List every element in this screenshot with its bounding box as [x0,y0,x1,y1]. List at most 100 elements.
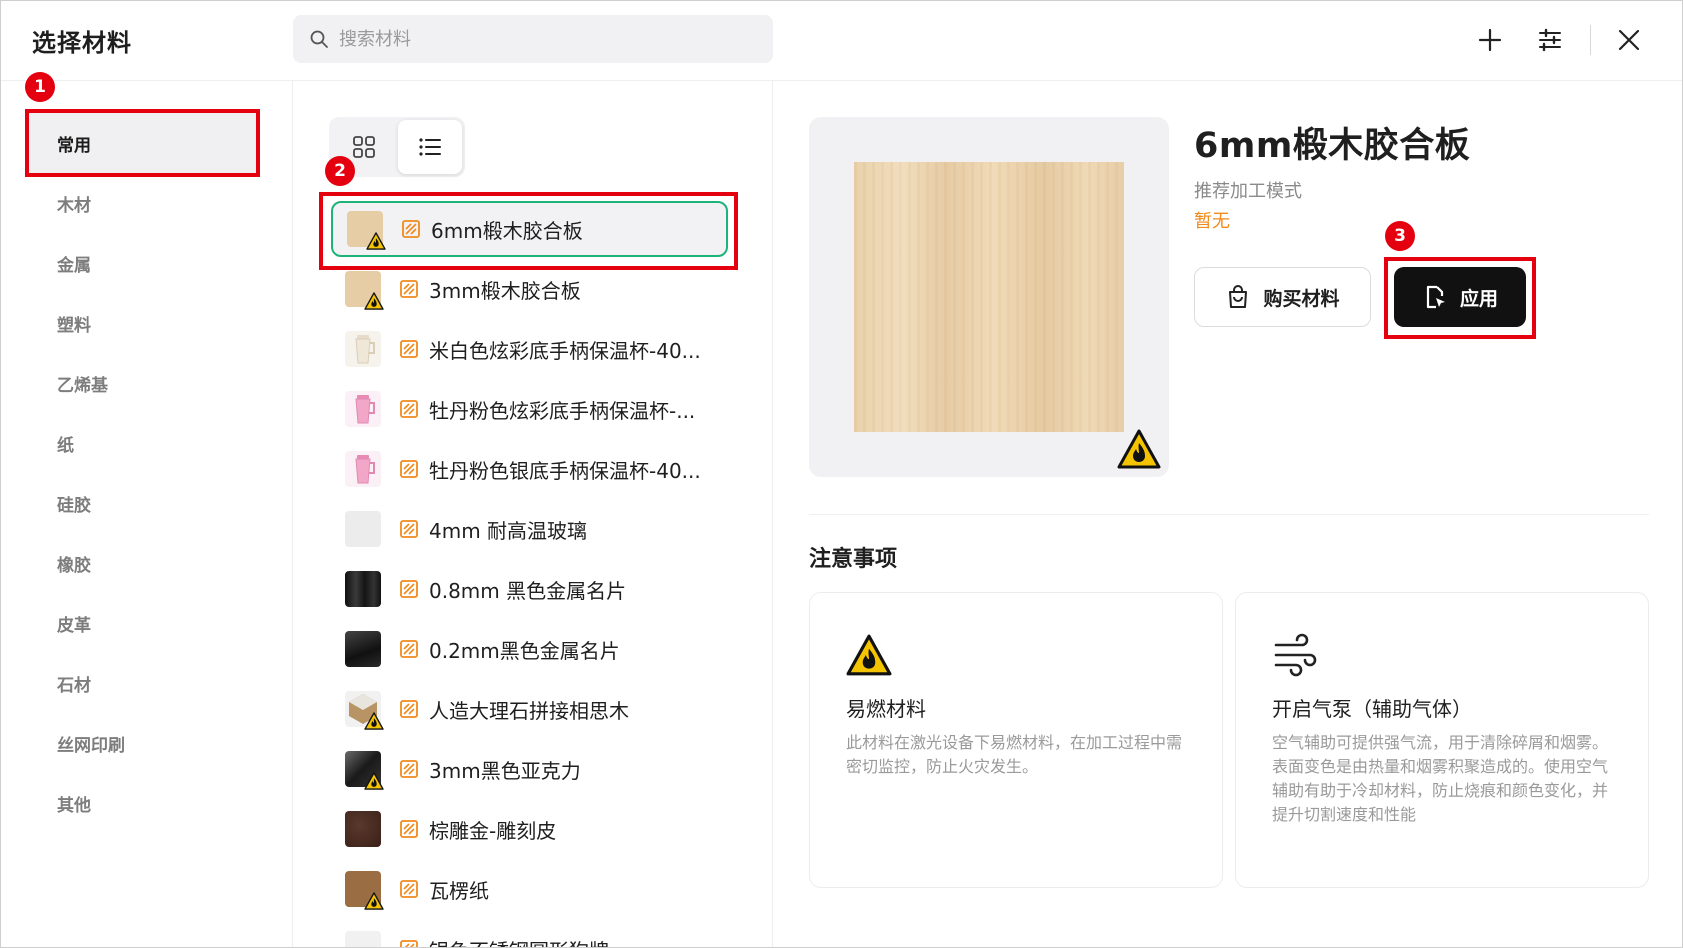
flammable-icon [364,772,384,790]
sidebar-item-plastic[interactable]: 塑料 [27,293,258,353]
note-title: 易燃材料 [846,697,926,721]
list-item[interactable]: 牡丹粉色银底手柄保温杯-40... [331,441,728,497]
note-title: 开启气泵（辅助气体） [1272,697,1472,721]
air-assist-icon [1274,633,1317,677]
material-name: 牡丹粉色银底手柄保温杯-40... [429,458,701,483]
material-tag-icon [401,219,421,239]
list-view-button[interactable] [398,120,462,174]
sidebar-item-screen-print[interactable]: 丝网印刷 [27,713,258,773]
material-name: 4mm 耐高温玻璃 [429,518,588,543]
sidebar-item-vinyl[interactable]: 乙烯基 [27,353,258,413]
sidebar-item-label: 硅胶 [57,495,91,516]
flammable-icon [364,892,384,910]
material-name: 米白色炫彩底手柄保温杯-40... [429,338,701,363]
apply-button[interactable]: 应用 [1394,267,1526,327]
annotation-badge-2: 2 [325,156,355,186]
material-tag-icon [399,939,419,948]
notes-title: 注意事项 [809,547,898,572]
list-item[interactable]: 人造大理石拼接相思木 [331,681,728,737]
sidebar-item-other[interactable]: 其他 [27,773,258,833]
settings-button[interactable] [1535,25,1565,55]
sidebar-item-silicone[interactable]: 硅胶 [27,473,258,533]
sidebar-item-label: 橡胶 [57,555,91,576]
material-name: 0.2mm黑色金属名片 [429,638,620,663]
material-thumbnail [345,931,381,947]
material-name: 3mm黑色亚克力 [429,758,581,783]
material-thumbnail [345,451,381,487]
flammable-icon [1117,429,1161,469]
buy-material-button[interactable]: 购买材料 [1194,267,1371,327]
sidebar-item-label: 纸 [57,435,74,456]
list-item[interactable]: 0.8mm 黑色金属名片 [331,561,728,617]
add-button[interactable] [1475,25,1505,55]
tumbler-icon [355,335,375,364]
material-name: 0.8mm 黑色金属名片 [429,578,627,603]
note-card-flammable: 易燃材料 此材料在激光设备下易燃材料，在加工过程中需密切监控，防止火灾发生。 [809,592,1223,888]
tumbler-icon [355,455,375,484]
list-item[interactable]: 3mm椴木胶合板 [331,261,728,317]
close-button[interactable] [1614,25,1644,55]
plus-icon [1478,28,1502,52]
buy-material-label: 购买材料 [1263,287,1340,310]
material-tag-icon [399,519,419,539]
flammable-icon [364,712,384,730]
material-tag-icon [399,279,419,299]
material-name: 瓦楞纸 [429,878,489,903]
material-name: 3mm椴木胶合板 [429,278,581,303]
sidebar-item-rubber[interactable]: 橡胶 [27,533,258,593]
recommended-mode-label: 推荐加工模式 [1194,181,1302,202]
sidebar-divider [292,81,293,947]
sidebar-item-label: 乙烯基 [57,375,108,396]
sidebar-item-stone[interactable]: 石材 [27,653,258,713]
tumbler-icon [355,395,375,424]
sidebar-item-common[interactable]: 常用 [27,113,258,173]
search-input[interactable] [339,28,759,50]
sidebar-item-leather[interactable]: 皮革 [27,593,258,653]
sidebar-item-label: 金属 [57,255,91,276]
sidebar-item-paper[interactable]: 纸 [27,413,258,473]
list-item[interactable]: 米白色炫彩底手柄保温杯-40... [331,321,728,377]
material-tag-icon [399,759,419,779]
material-thumbnail [345,571,381,607]
material-thumbnail [345,751,381,787]
list-item[interactable]: 瓦楞纸 [331,861,728,917]
material-tag-icon [399,639,419,659]
material-thumbnail [347,211,383,247]
sidebar-item-label: 其他 [57,795,91,816]
sidebar-item-label: 石材 [57,675,91,696]
sidebar-item-label: 丝网印刷 [57,735,125,756]
list-item[interactable]: 6mm椴木胶合板 [331,201,728,257]
search-icon [310,30,328,48]
material-preview [809,117,1169,477]
material-tag-icon [399,339,419,359]
list-item[interactable]: 3mm黑色亚克力 [331,741,728,797]
sliders-icon [1539,28,1561,52]
sidebar-item-label: 塑料 [57,315,91,336]
material-name: 牡丹粉色炫彩底手柄保温杯-... [429,398,696,423]
material-thumbnail [345,631,381,667]
list-item[interactable]: 4mm 耐高温玻璃 [331,501,728,557]
list-item[interactable]: 棕雕金-雕刻皮 [331,801,728,857]
material-thumbnail [345,871,381,907]
flammable-icon [366,232,386,250]
material-tag-icon [399,579,419,599]
sidebar-item-metal[interactable]: 金属 [27,233,258,293]
list-item[interactable]: 银色不锈钢圆形狗牌 [331,921,728,948]
material-tag-icon [399,399,419,419]
annotation-badge-3: 3 [1385,221,1415,251]
list-item[interactable]: 牡丹粉色炫彩底手柄保温杯-... [331,381,728,437]
material-tag-icon [399,879,419,899]
apply-label: 应用 [1459,287,1498,310]
material-thumbnail [345,811,381,847]
list-item[interactable]: 0.2mm黑色金属名片 [331,621,728,677]
flammable-icon [364,292,384,310]
sidebar-item-label: 常用 [57,135,91,156]
recommended-mode-value: 暂无 [1194,211,1230,232]
note-description: 此材料在激光设备下易燃材料，在加工过程中需密切监控，防止火灾发生。 [846,733,1183,776]
material-name: 棕雕金-雕刻皮 [429,818,557,843]
sidebar-item-label: 木材 [57,195,91,216]
apply-file-icon [1426,285,1445,309]
search-box[interactable] [293,15,773,63]
list-divider [772,81,773,947]
sidebar-item-wood[interactable]: 木材 [27,173,258,233]
